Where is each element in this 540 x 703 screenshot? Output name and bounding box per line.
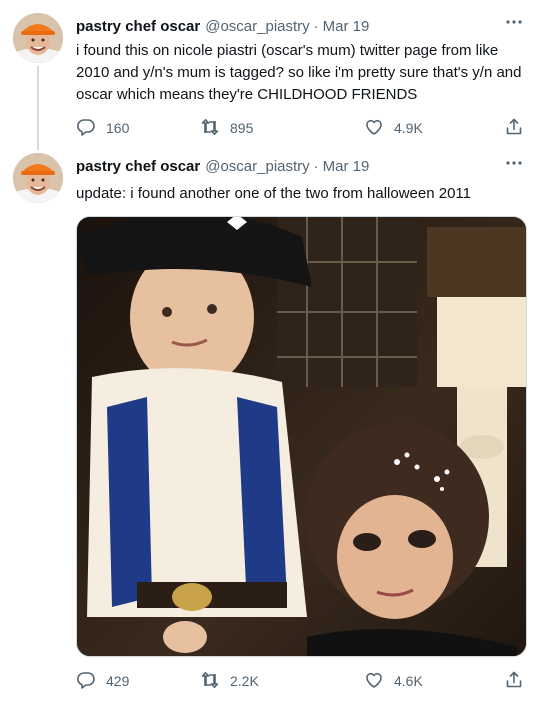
share-button[interactable] [504,116,524,140]
tweet-text: i found this on nicole piastri (oscar's … [76,42,522,103]
reply-icon [76,117,96,140]
like-count: 4.6K [394,673,423,689]
more-icon[interactable] [504,153,524,173]
retweet-count: 895 [230,120,254,136]
author-name[interactable]: pastry chef oscar [76,18,200,35]
author-handle[interactable]: @oscar_piastry [205,18,309,35]
share-button[interactable] [504,669,524,693]
avatar[interactable] [13,153,63,203]
tweet-actions: 429 2.2K 4.6K [76,669,530,693]
tweet-date[interactable]: Mar 19 [323,158,370,175]
retweet-button[interactable]: 2.2K [200,669,259,693]
share-icon [504,670,524,693]
like-button[interactable]: 4.6K [364,669,423,693]
heart-icon [364,670,384,693]
tweet-date[interactable]: Mar 19 [323,18,370,35]
separator: · [313,17,319,35]
more-icon[interactable] [504,12,524,32]
tweet-photo[interactable] [76,216,527,657]
reply-count: 160 [106,120,130,136]
author-handle[interactable]: @oscar_piastry [205,158,309,175]
reply-count: 429 [106,673,130,689]
tweet-header: pastry chef oscar @oscar_piastry · Mar 1… [76,16,369,36]
heart-icon [364,117,384,140]
tweet[interactable]: pastry chef oscar @oscar_piastry · Mar 1… [0,150,540,703]
tweet-text: update: i found another one of the two f… [76,185,472,202]
tweet-header: pastry chef oscar @oscar_piastry · Mar 1… [76,156,369,176]
retweet-icon [200,670,220,693]
like-count: 4.9K [394,120,423,136]
share-icon [504,117,524,140]
reply-icon [76,670,96,693]
retweet-icon [200,117,220,140]
author-name[interactable]: pastry chef oscar [76,158,200,175]
like-button[interactable]: 4.9K [364,116,423,140]
retweet-button[interactable]: 895 [200,116,253,140]
reply-button[interactable]: 160 [76,116,129,140]
separator: · [313,157,319,175]
thread-connector [37,66,39,150]
tweet[interactable]: pastry chef oscar @oscar_piastry · Mar 1… [0,0,540,150]
tweet-actions: 160 895 4.9K [76,116,530,140]
retweet-count: 2.2K [230,673,259,689]
avatar[interactable] [13,13,63,63]
reply-button[interactable]: 429 [76,669,129,693]
